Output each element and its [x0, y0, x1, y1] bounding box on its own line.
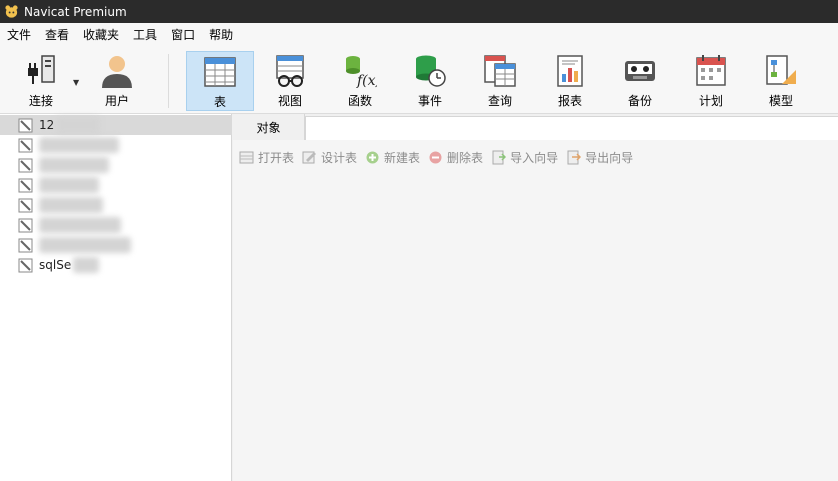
event-icon	[416, 55, 446, 87]
model-button[interactable]: 模型	[747, 51, 815, 111]
menu-tools[interactable]: 工具	[126, 23, 164, 48]
menu-bar: 文件 查看 收藏夹 工具 窗口 帮助	[0, 23, 838, 48]
connection-icon	[18, 218, 33, 232]
schedule-button[interactable]: 计划	[677, 51, 745, 111]
open-table-icon	[239, 151, 254, 163]
toolbar-separator	[168, 54, 169, 108]
model-icon	[766, 55, 796, 85]
connection-icon	[18, 198, 33, 212]
menu-window[interactable]: 窗口	[164, 23, 202, 48]
redacted-text	[73, 257, 100, 273]
title-bar: Navicat Premium	[0, 0, 838, 23]
plug-icon	[28, 55, 55, 84]
connection-icon	[18, 138, 33, 152]
window-title: Navicat Premium	[24, 4, 127, 19]
backup-icon	[625, 61, 655, 81]
user-label: 用户	[104, 94, 129, 108]
object-list-area[interactable]	[233, 170, 838, 481]
new-table-button[interactable]: 新建表	[365, 149, 420, 166]
backup-button[interactable]: 备份	[606, 51, 674, 111]
tab-strip-blank	[305, 116, 838, 140]
menu-help[interactable]: 帮助	[202, 23, 240, 48]
function-label: 函数	[347, 94, 372, 108]
schedule-label: 计划	[698, 94, 723, 108]
redacted-text	[39, 137, 119, 153]
report-icon	[557, 55, 583, 87]
model-label: 模型	[768, 94, 793, 108]
view-icon	[276, 55, 304, 87]
backup-label: 备份	[627, 94, 652, 108]
design-table-button[interactable]: 设计表	[302, 149, 357, 166]
menu-view[interactable]: 查看	[38, 23, 76, 48]
view-label: 视图	[277, 94, 302, 108]
query-label: 查询	[487, 94, 512, 108]
import-wizard-label: 导入向导	[510, 150, 559, 165]
function-icon: f(x)	[346, 56, 377, 88]
connection-icon	[18, 158, 33, 172]
import-icon	[492, 150, 507, 164]
connection-label: 12	[39, 118, 55, 132]
delete-table-icon	[429, 151, 442, 163]
connection-item[interactable]: 12	[0, 115, 232, 135]
design-table-label: 设计表	[321, 150, 358, 165]
connection-tree[interactable]: 12 sqlSe	[0, 114, 232, 481]
user-icon	[102, 56, 132, 88]
redacted-text	[39, 177, 99, 193]
connect-label: 连接	[28, 94, 53, 108]
connection-item[interactable]	[0, 215, 232, 235]
connection-item[interactable]	[0, 175, 232, 195]
export-icon	[567, 150, 582, 164]
object-panel: 对象 打开表 设计表 新建表 删除表 导入向导 导出向导	[233, 114, 838, 481]
table-button[interactable]: 表	[186, 51, 254, 111]
menu-favorites[interactable]: 收藏夹	[76, 23, 126, 48]
export-wizard-button[interactable]: 导出向导	[566, 149, 633, 166]
redacted-text	[56, 117, 101, 133]
redacted-text	[39, 217, 121, 233]
open-table-label: 打开表	[258, 150, 295, 165]
query-button[interactable]: 查询	[466, 51, 534, 111]
report-label: 报表	[557, 94, 582, 108]
table-label: 表	[213, 95, 226, 109]
redacted-text	[39, 197, 103, 213]
query-icon	[484, 55, 516, 87]
calendar-icon	[696, 55, 726, 86]
connection-icon	[18, 238, 33, 252]
event-button[interactable]: 事件	[396, 51, 464, 111]
connection-item[interactable]	[0, 235, 232, 255]
report-button[interactable]: 报表	[536, 51, 604, 111]
open-table-button[interactable]: 打开表	[239, 149, 294, 166]
table-icon	[204, 57, 236, 87]
function-button[interactable]: f(x) 函数	[326, 51, 394, 111]
main-toolbar: 连接 ▼ 用户 表 视图 f(x 函数 事件 查询 报表 备份 计划 模型	[0, 48, 838, 114]
export-wizard-label: 导出向导	[585, 150, 634, 165]
view-button[interactable]: 视图	[256, 51, 324, 111]
redacted-text	[39, 237, 131, 253]
connection-icon	[18, 178, 33, 192]
svg-text:f(x): f(x)	[356, 73, 377, 88]
new-table-label: 新建表	[384, 150, 421, 165]
connection-item[interactable]	[0, 195, 232, 215]
user-button[interactable]: 用户	[83, 51, 151, 111]
event-label: 事件	[417, 94, 442, 108]
delete-table-label: 删除表	[447, 150, 484, 165]
sql-server-icon	[18, 258, 33, 272]
connection-item[interactable]	[0, 155, 232, 175]
menu-file[interactable]: 文件	[0, 23, 38, 48]
redacted-text	[39, 157, 109, 173]
connection-item[interactable]: sqlSe	[0, 255, 232, 275]
design-table-icon	[302, 151, 317, 163]
connection-item[interactable]	[0, 135, 232, 155]
navicat-logo-icon	[5, 5, 18, 18]
connection-icon	[18, 118, 33, 132]
object-action-bar: 打开表 设计表 新建表 删除表 导入向导 导出向导	[233, 146, 838, 168]
connection-label: sqlSe	[39, 258, 72, 272]
tab-objects[interactable]: 对象	[233, 114, 305, 140]
import-wizard-button[interactable]: 导入向导	[491, 149, 558, 166]
connect-dropdown-arrow-icon[interactable]: ▼	[73, 78, 79, 87]
new-table-icon	[366, 151, 379, 163]
delete-table-button[interactable]: 删除表	[428, 149, 483, 166]
tab-strip: 对象	[233, 114, 838, 140]
connect-button[interactable]: 连接	[7, 51, 75, 111]
